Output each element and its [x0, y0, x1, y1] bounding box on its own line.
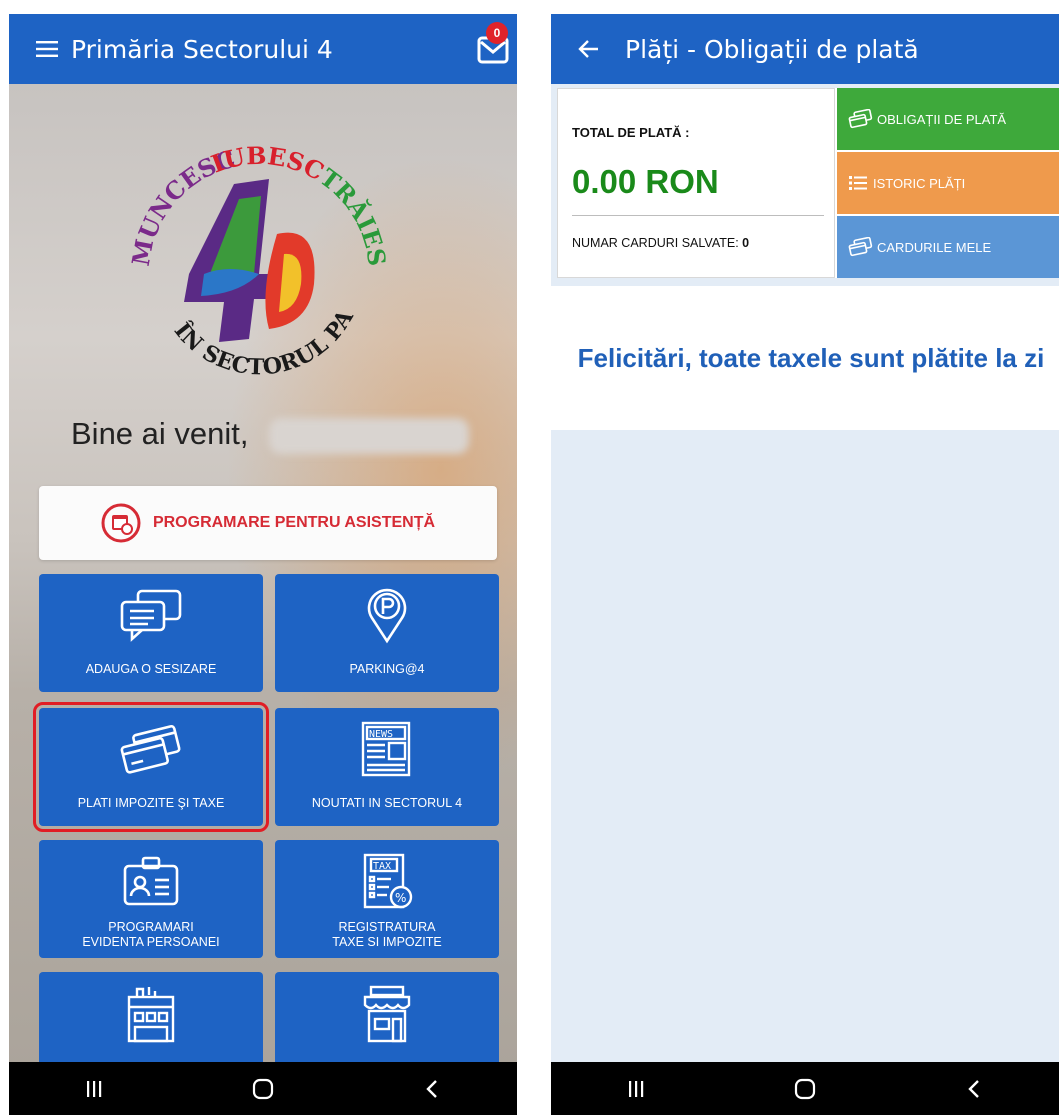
shop-icon [359, 984, 415, 1043]
payment-obligations-button[interactable]: OBLIGAȚII DE PLATĂ [837, 88, 1059, 150]
home-screen: Primăria Sectorului 4 0 MUNCESC IUBESC T… [9, 14, 517, 1115]
home-icon [252, 1078, 274, 1099]
tile-add-report[interactable]: ADAUGA O SESIZARE [39, 574, 263, 692]
blurred-user-name [269, 418, 469, 454]
parking-pin-icon [364, 586, 410, 644]
back-arrow-icon[interactable] [565, 14, 613, 84]
recent-apps-button[interactable] [64, 1069, 124, 1109]
saved-cards-label: NUMAR CARDURI SALVATE: [572, 236, 739, 250]
back-chevron-icon [426, 1079, 438, 1098]
back-button[interactable] [944, 1069, 1004, 1109]
svg-text:NEWS: NEWS [369, 729, 393, 740]
id-card-icon [121, 852, 181, 910]
tile-news[interactable]: NEWS NOUTATI IN SECTORUL 4 [275, 708, 499, 826]
tile-label: ADAUGA O SESIZARE [85, 662, 217, 676]
system-navigation-bar [551, 1062, 1059, 1115]
tile-registry-taxes[interactable]: TAX % REGISTRATURA TAXE SI IMPOZITE [275, 840, 499, 958]
cards-icon [848, 109, 873, 129]
schedule-assistance-button[interactable]: PROGRAMARE PENTRU ASISTENȚĂ [39, 486, 497, 560]
divider [572, 215, 824, 216]
button-label: OBLIGAȚII DE PLATĂ [877, 111, 1007, 127]
back-button[interactable] [402, 1069, 462, 1109]
tile-label: PARKING@4 [349, 662, 425, 676]
mail-count-badge: 0 [486, 22, 508, 44]
calendar-clock-icon [101, 503, 141, 543]
saved-cards-text: NUMAR CARDURI SALVATE: 0 [572, 236, 749, 250]
building-icon [123, 984, 179, 1043]
tile-label: PROGRAMARI EVIDENTA PERSOANEI [82, 920, 220, 949]
tile-parking[interactable]: PARKING@4 [275, 574, 499, 692]
tile-id-appointments[interactable]: PROGRAMARI EVIDENTA PERSOANEI [39, 840, 263, 958]
home-icon [794, 1078, 816, 1099]
payments-screen: Plăți - Obligații de plată TOTAL DE PLAT… [551, 14, 1059, 1115]
success-message-panel: Felicitări, toate taxele sunt plătite la… [551, 286, 1059, 430]
saved-cards-count: 0 [742, 236, 750, 250]
tile-label: REGISTRATURA TAXE SI IMPOZITE [332, 920, 442, 949]
recent-apps-button[interactable] [606, 1069, 666, 1109]
app-bar: Primăria Sectorului 4 0 [9, 14, 517, 84]
tile-pay-taxes[interactable]: PLATI IMPOZITE ŞI TAXE [33, 702, 269, 832]
home-button[interactable] [233, 1069, 293, 1109]
chat-bubbles-icon [118, 586, 184, 644]
recent-apps-icon [628, 1080, 643, 1097]
mail-button[interactable]: 0 [473, 20, 517, 70]
button-label: ISTORIC PLĂȚI [873, 175, 966, 191]
my-cards-button[interactable]: CARDURILE MELE [837, 216, 1059, 278]
hamburger-menu-icon[interactable] [23, 14, 71, 84]
app-bar: Plăți - Obligații de plată [551, 14, 1059, 84]
tile-label: NOUTATI IN SECTORUL 4 [311, 796, 463, 810]
payment-summary-card: TOTAL DE PLATĂ : 0.00 RON NUMAR CARDURI … [557, 88, 1059, 278]
tile-label: PLATI IMPOZITE ŞI TAXE [77, 796, 225, 810]
credit-cards-icon [118, 720, 184, 778]
total-value: 0.00 RON [572, 163, 719, 200]
tax-document-icon: TAX % [359, 852, 415, 910]
total-panel: TOTAL DE PLATĂ : 0.00 RON NUMAR CARDURI … [557, 88, 835, 278]
schedule-button-label: PROGRAMARE PENTRU ASISTENȚĂ [152, 514, 436, 531]
total-label: TOTAL DE PLATĂ : [572, 125, 690, 140]
cards-icon [848, 237, 873, 257]
success-message: Felicitări, toate taxele sunt plătite la… [577, 342, 1045, 373]
payment-history-button[interactable]: ISTORIC PLĂȚI [837, 152, 1059, 214]
back-chevron-icon [968, 1079, 980, 1098]
list-icon [849, 176, 867, 190]
sector-4-logo: MUNCESC IUBESC TRĂIESC ÎN SECTORUL PATRU [99, 101, 409, 394]
system-navigation-bar [9, 1062, 517, 1115]
svg-text:%: % [395, 891, 406, 905]
home-button[interactable] [775, 1069, 835, 1109]
button-label: CARDURILE MELE [877, 239, 992, 255]
welcome-text: Bine ai venit, [71, 416, 249, 451]
app-title: Primăria Sectorului 4 [71, 34, 333, 64]
recent-apps-icon [86, 1080, 101, 1097]
app-title: Plăți - Obligații de plată [625, 34, 919, 64]
svg-text:TAX: TAX [373, 861, 391, 872]
newspaper-icon: NEWS [359, 720, 415, 778]
